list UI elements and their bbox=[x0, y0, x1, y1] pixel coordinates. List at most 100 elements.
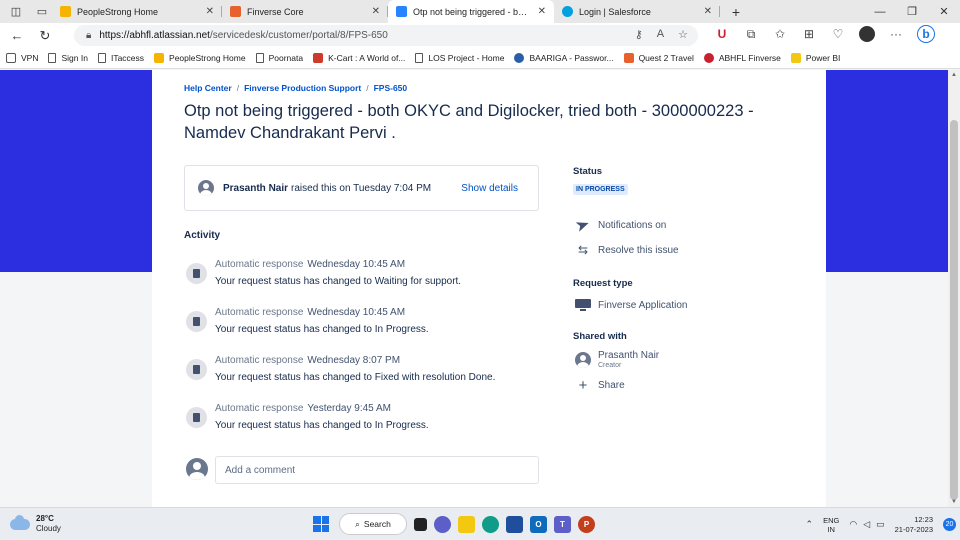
tab-jira-ticket[interactable]: Otp not being triggered - both O ✕ bbox=[388, 0, 554, 23]
request-type-heading: Request type bbox=[573, 278, 633, 289]
finverse-icon bbox=[703, 53, 714, 63]
tab-title: PeopleStrong Home bbox=[77, 6, 159, 17]
breadcrumb-issue-key[interactable]: FPS-650 bbox=[374, 83, 408, 93]
minimize-icon[interactable]: — bbox=[864, 0, 896, 23]
doc-icon bbox=[48, 53, 57, 63]
page-scrollbar[interactable]: ▲ ▼ bbox=[948, 70, 960, 507]
profile-avatar-icon[interactable] bbox=[859, 26, 875, 42]
activity-time: Wednesday 8:07 PM bbox=[307, 355, 401, 366]
bookmark-los-project[interactable]: LOS Project - Home bbox=[415, 53, 504, 63]
bookmark-sign-in[interactable]: Sign In bbox=[48, 53, 88, 63]
breadcrumb-help-center[interactable]: Help Center bbox=[184, 83, 232, 93]
raised-text: raised this on Tuesday 7:04 PM bbox=[291, 182, 432, 194]
doc-icon bbox=[415, 53, 424, 63]
store-icon[interactable] bbox=[506, 515, 523, 533]
more-menu-icon[interactable]: ··· bbox=[888, 25, 904, 43]
reporter-name: Prasanth Nair bbox=[223, 182, 289, 194]
show-hidden-icons-icon[interactable]: ⌃ bbox=[806, 519, 814, 530]
key-icon[interactable]: ⚷ bbox=[635, 28, 643, 41]
bookmark-kcart[interactable]: K-Cart : A World of... bbox=[313, 53, 405, 63]
volume-icon[interactable]: ◁ bbox=[863, 519, 870, 530]
bookmark-label: BAARIGA - Passwor... bbox=[529, 53, 614, 63]
activity-time: Wednesday 10:45 AM bbox=[307, 259, 406, 270]
tab-salesforce[interactable]: Login | Salesforce ✕ bbox=[554, 0, 720, 23]
activity-time: Wednesday 10:45 AM bbox=[307, 307, 406, 318]
activity-author: Automatic response bbox=[215, 259, 304, 270]
tab-actions-icon[interactable]: ▭ bbox=[32, 2, 52, 22]
tab-finverse-core[interactable]: Finverse Core ✕ bbox=[222, 0, 388, 23]
automation-avatar-icon bbox=[186, 407, 207, 428]
shared-with-heading: Shared with bbox=[573, 331, 627, 342]
browser-essentials-icon[interactable]: ♡ bbox=[830, 25, 846, 43]
file-explorer-icon[interactable] bbox=[458, 515, 475, 533]
bookmark-poornata[interactable]: Poornata bbox=[255, 53, 303, 63]
notifications-label: Notifications on bbox=[598, 219, 667, 231]
bookmark-itaccess[interactable]: ITaccess bbox=[97, 53, 144, 63]
teams-icon[interactable]: T bbox=[554, 515, 571, 533]
resolve-issue-button[interactable]: ⇆ Resolve this issue bbox=[575, 243, 679, 257]
close-tab-icon[interactable]: ✕ bbox=[206, 6, 214, 17]
raised-by-panel: Prasanth Nair raised this on Tuesday 7:0… bbox=[184, 165, 539, 211]
bookmark-quest2travel[interactable]: Quest 2 Travel bbox=[623, 53, 694, 63]
bookmark-peoplestrong[interactable]: PeopleStrong Home bbox=[154, 53, 246, 63]
toolbar-extensions: U ⧉ ✩ ⊞ ♡ ··· b bbox=[714, 25, 935, 43]
workspaces-icon[interactable]: ◫ bbox=[6, 2, 26, 22]
edge-browser-icon[interactable] bbox=[482, 515, 499, 533]
status-heading: Status bbox=[573, 166, 603, 177]
address-bar[interactable]: 🔒︎ https://abhfl.atlassian.net/servicede… bbox=[74, 25, 698, 46]
scrollbar-thumb[interactable] bbox=[950, 120, 958, 500]
breadcrumb: Help Center / Finverse Production Suppor… bbox=[184, 83, 407, 93]
close-tab-icon[interactable]: ✕ bbox=[538, 6, 546, 17]
bookmark-abhfl-finverse[interactable]: ABHFL Finverse bbox=[703, 53, 781, 63]
close-window-icon[interactable]: ✕ bbox=[928, 0, 960, 23]
bookmark-power-bi[interactable]: Power BI bbox=[790, 53, 840, 63]
bing-copilot-icon[interactable]: b bbox=[917, 25, 935, 43]
collections-icon[interactable]: ⊞ bbox=[801, 25, 817, 43]
jira-favicon-icon bbox=[396, 6, 407, 17]
reporter-avatar-icon bbox=[198, 180, 214, 196]
wifi-icon[interactable]: ◠ bbox=[849, 519, 857, 530]
mcafee-extension-icon[interactable]: U bbox=[714, 25, 730, 43]
new-tab-button[interactable]: + bbox=[726, 2, 746, 22]
breadcrumb-project[interactable]: Finverse Production Support bbox=[244, 83, 361, 93]
megaphone-icon bbox=[575, 218, 591, 232]
extensions-icon[interactable]: ⧉ bbox=[743, 25, 759, 43]
activity-author: Automatic response bbox=[215, 307, 304, 318]
shared-with-user: Prasanth Nair Creator bbox=[575, 350, 659, 370]
share-button[interactable]: + Share bbox=[575, 377, 625, 394]
back-icon[interactable]: ← bbox=[6, 25, 28, 47]
close-tab-icon[interactable]: ✕ bbox=[704, 6, 712, 17]
refresh-icon[interactable]: ↻ bbox=[34, 25, 56, 47]
quest-icon bbox=[623, 53, 634, 63]
show-details-link[interactable]: Show details bbox=[461, 183, 518, 194]
activity-author: Automatic response bbox=[215, 403, 304, 414]
notifications-toggle[interactable]: Notifications on bbox=[575, 218, 666, 232]
bookmark-label: Sign In bbox=[61, 53, 88, 63]
taskbar-search[interactable]: ⌕ Search bbox=[339, 513, 407, 535]
region-code: IN bbox=[827, 524, 835, 534]
scroll-up-icon[interactable]: ▲ bbox=[948, 72, 960, 78]
task-view-icon[interactable] bbox=[414, 517, 427, 531]
battery-icon[interactable]: ▭ bbox=[876, 519, 885, 530]
outlook-icon[interactable]: O bbox=[530, 515, 547, 533]
add-comment-input[interactable] bbox=[215, 456, 539, 484]
activity-text: Your request status has changed to In Pr… bbox=[215, 324, 429, 335]
bookmark-vpn[interactable]: VPN bbox=[6, 53, 38, 63]
doc-icon bbox=[97, 53, 106, 63]
read-aloud-icon[interactable]: A bbox=[657, 28, 664, 41]
scroll-down-icon[interactable]: ▼ bbox=[948, 499, 960, 505]
bookmark-baariga[interactable]: BAARIGA - Passwor... bbox=[514, 53, 614, 63]
clock[interactable]: 12:23 21-07-2023 bbox=[895, 515, 933, 535]
notification-badge[interactable]: 20 bbox=[943, 518, 956, 531]
clock-time: 12:23 bbox=[914, 514, 933, 524]
weather-widget[interactable]: 28°C Cloudy bbox=[10, 514, 61, 534]
favorites-icon[interactable]: ✩ bbox=[772, 25, 788, 43]
start-button[interactable] bbox=[310, 513, 332, 535]
language-indicator[interactable]: ENG IN bbox=[823, 516, 839, 534]
close-tab-icon[interactable]: ✕ bbox=[372, 6, 380, 17]
maximize-icon[interactable]: ❐ bbox=[896, 0, 928, 23]
tab-peoplestrong[interactable]: PeopleStrong Home ✕ bbox=[52, 0, 222, 23]
powerpoint-icon[interactable]: P bbox=[578, 515, 595, 533]
favorite-star-icon[interactable]: ☆ bbox=[678, 28, 688, 41]
teams-chat-icon[interactable] bbox=[434, 515, 451, 533]
